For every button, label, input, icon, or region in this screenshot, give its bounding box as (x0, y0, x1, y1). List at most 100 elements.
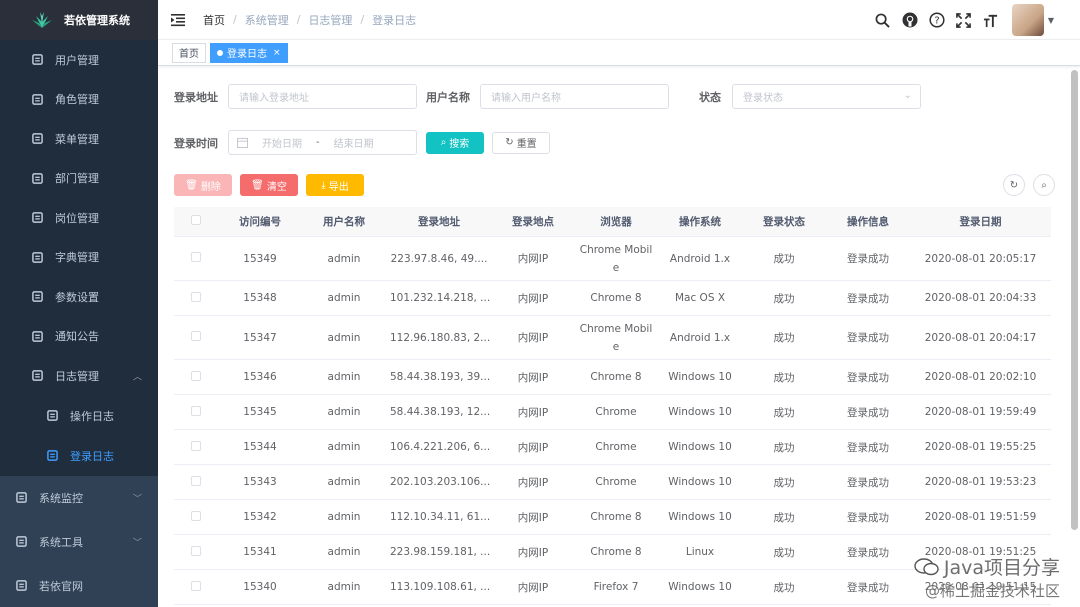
main-content: 登录地址 请输入登录地址 用户名称 请输入用户名称 状态 登录状态 ⌄ 登录时间… (158, 67, 1080, 607)
start-date-input[interactable]: 开始日期 (262, 135, 302, 150)
checkbox[interactable] (191, 370, 201, 381)
sidebar-item-5[interactable]: 字典管理 (0, 237, 158, 277)
peoples-icon (31, 93, 43, 105)
table-row[interactable]: 15343 admin 202.103.203.106... 内网IP Chrome Wi… (174, 465, 1051, 500)
select-all-checkbox[interactable] (174, 215, 218, 228)
cell-msg: 登录成功 (847, 476, 889, 489)
checkbox[interactable] (191, 545, 201, 556)
menu-label: 日志管理 (55, 369, 99, 383)
page-scrollbar[interactable] (1071, 70, 1078, 530)
cell-user: admin (327, 511, 361, 523)
menu-label: 操作日志 (70, 409, 114, 423)
checkbox[interactable] (191, 405, 201, 416)
delete-button[interactable]: 🗑 删除 (174, 174, 232, 196)
cell-os: Windows 10 (668, 511, 732, 523)
cell-id: 15346 (243, 371, 277, 383)
row-checkbox[interactable] (174, 370, 218, 384)
username-input[interactable]: 请输入用户名称 (480, 84, 669, 109)
sidebar-item-8[interactable]: 日志管理 ︿ (0, 356, 158, 396)
menu-label: 岗位管理 (55, 211, 99, 225)
table-row[interactable]: 15347 admin 112.96.180.83, 2... 内网IP Chrome … (174, 316, 1051, 360)
table-row[interactable]: 15340 admin 113.109.108.61, ... 内网IP Firefox… (174, 570, 1051, 605)
date-range-picker[interactable]: 开始日期 - 结束日期 (228, 130, 417, 155)
cell-loc: 内网IP (517, 581, 549, 594)
menu-label: 参数设置 (55, 290, 99, 304)
sidebar-item-3[interactable]: 部门管理 (0, 158, 158, 198)
row-checkbox[interactable] (174, 580, 218, 594)
sidebar-subitem-0[interactable]: 操作日志 (0, 395, 158, 436)
navbar: 首页 / 系统管理 / 日志管理 / 登录日志 ? ▼ (158, 0, 1080, 40)
sidebar-item-0[interactable]: 用户管理 (0, 40, 158, 80)
search-icon: ⌕ (440, 137, 447, 148)
cell-browser: Chrome (595, 406, 637, 418)
address-input[interactable]: 请输入登录地址 (228, 84, 417, 109)
reset-button-label: 重置 (516, 139, 537, 150)
sidebar-item-4[interactable]: 岗位管理 (0, 198, 158, 238)
checkbox[interactable] (191, 215, 201, 225)
sidebar-item-1[interactable]: 角色管理 (0, 79, 158, 119)
cell-date: 2020-08-01 20:05:17 (924, 252, 1037, 265)
breadcrumb-home[interactable]: 首页 (203, 12, 225, 28)
tree-icon (31, 172, 43, 184)
sidebar-group-0[interactable]: 系统监控 ﹀ (0, 475, 158, 520)
row-checkbox[interactable] (174, 252, 218, 265)
table-row[interactable]: 15341 admin 223.98.159.181, ... 内网IP Chrome … (174, 535, 1051, 570)
header-message: 操作信息 (847, 216, 889, 228)
avatar[interactable] (1011, 4, 1044, 36)
refresh-button[interactable]: ↻ (1003, 174, 1025, 196)
close-icon[interactable]: × (273, 48, 281, 58)
checkbox[interactable] (191, 291, 201, 302)
checkbox[interactable] (191, 510, 201, 521)
fullscreen-icon[interactable] (955, 11, 973, 29)
github-icon[interactable] (901, 11, 919, 29)
checkbox[interactable] (191, 252, 201, 262)
search-button[interactable]: ⌕ 搜索 (426, 131, 484, 154)
table-row[interactable]: 15342 admin 112.10.34.11, 61... 内网IP Chrome … (174, 500, 1051, 535)
status-select[interactable]: 登录状态 ⌄ (732, 84, 921, 109)
checkbox[interactable] (191, 440, 201, 451)
table-row[interactable]: 15344 admin 106.4.221.206, 6... 内网IP Chrome W… (174, 430, 1051, 465)
checkbox[interactable] (191, 475, 201, 486)
text-size-icon[interactable] (982, 11, 1000, 29)
cell-ip: 223.98.159.181, ... (390, 546, 491, 558)
toggle-search-button[interactable]: ⌕ (1033, 174, 1055, 196)
cell-ip: 112.96.180.83, 2... (390, 331, 491, 344)
table-row[interactable]: 15346 admin 58.44.38.193, 39... 内网IP Chrome … (174, 360, 1051, 395)
search-icon[interactable] (874, 11, 892, 29)
row-checkbox[interactable] (174, 440, 218, 454)
sidebar-logo[interactable]: 若依管理系统 (0, 0, 158, 40)
row-checkbox[interactable] (174, 405, 218, 419)
refresh-icon: ↻ (505, 137, 514, 148)
clean-button[interactable]: 🗑 清空 (240, 174, 298, 196)
hamburger-icon[interactable] (171, 13, 185, 27)
sidebar-subitem-1[interactable]: 登录日志 (0, 435, 158, 476)
row-checkbox[interactable] (174, 545, 218, 559)
checkbox[interactable] (191, 580, 201, 591)
export-button[interactable]: ⤓ 导出 (306, 174, 364, 196)
row-checkbox[interactable] (174, 331, 218, 344)
row-checkbox[interactable] (174, 475, 218, 489)
table-row[interactable]: 15345 admin 58.44.38.193, 12... 内网IP Chrome W… (174, 395, 1051, 430)
checkbox[interactable] (191, 331, 201, 341)
header-browser: 浏览器 (600, 216, 632, 228)
end-date-input[interactable]: 结束日期 (334, 135, 374, 150)
cell-loc: 内网IP (517, 441, 549, 454)
table-row[interactable]: 15348 admin 101.232.14.218, ... 内网IP Chrome … (174, 281, 1051, 316)
tree-table-icon (31, 133, 43, 145)
question-icon[interactable]: ? (928, 11, 946, 29)
row-checkbox[interactable] (174, 510, 218, 524)
sidebar-group-2[interactable]: 若依官网 (0, 563, 158, 607)
sidebar-item-6[interactable]: 参数设置 (0, 277, 158, 317)
tag-home[interactable]: 首页 (172, 42, 206, 63)
tag-current[interactable]: 登录日志 × (210, 42, 288, 63)
cell-date: 2020-08-01 19:55:25 (924, 441, 1037, 453)
cell-browser: Chrome 8 (590, 546, 642, 558)
row-checkbox[interactable] (174, 291, 218, 305)
breadcrumb-system: 系统管理 (244, 13, 289, 27)
sidebar-group-1[interactable]: 系统工具 ﹀ (0, 519, 158, 564)
table-row[interactable]: 15349 admin 223.97.8.46, 49.... 内网IP Chrome … (174, 237, 1051, 281)
caret-down-icon[interactable]: ▼ (1048, 16, 1054, 25)
sidebar-item-7[interactable]: 通知公告 (0, 316, 158, 356)
sidebar-item-2[interactable]: 菜单管理 (0, 119, 158, 159)
reset-button[interactable]: ↻ 重置 (492, 131, 550, 154)
